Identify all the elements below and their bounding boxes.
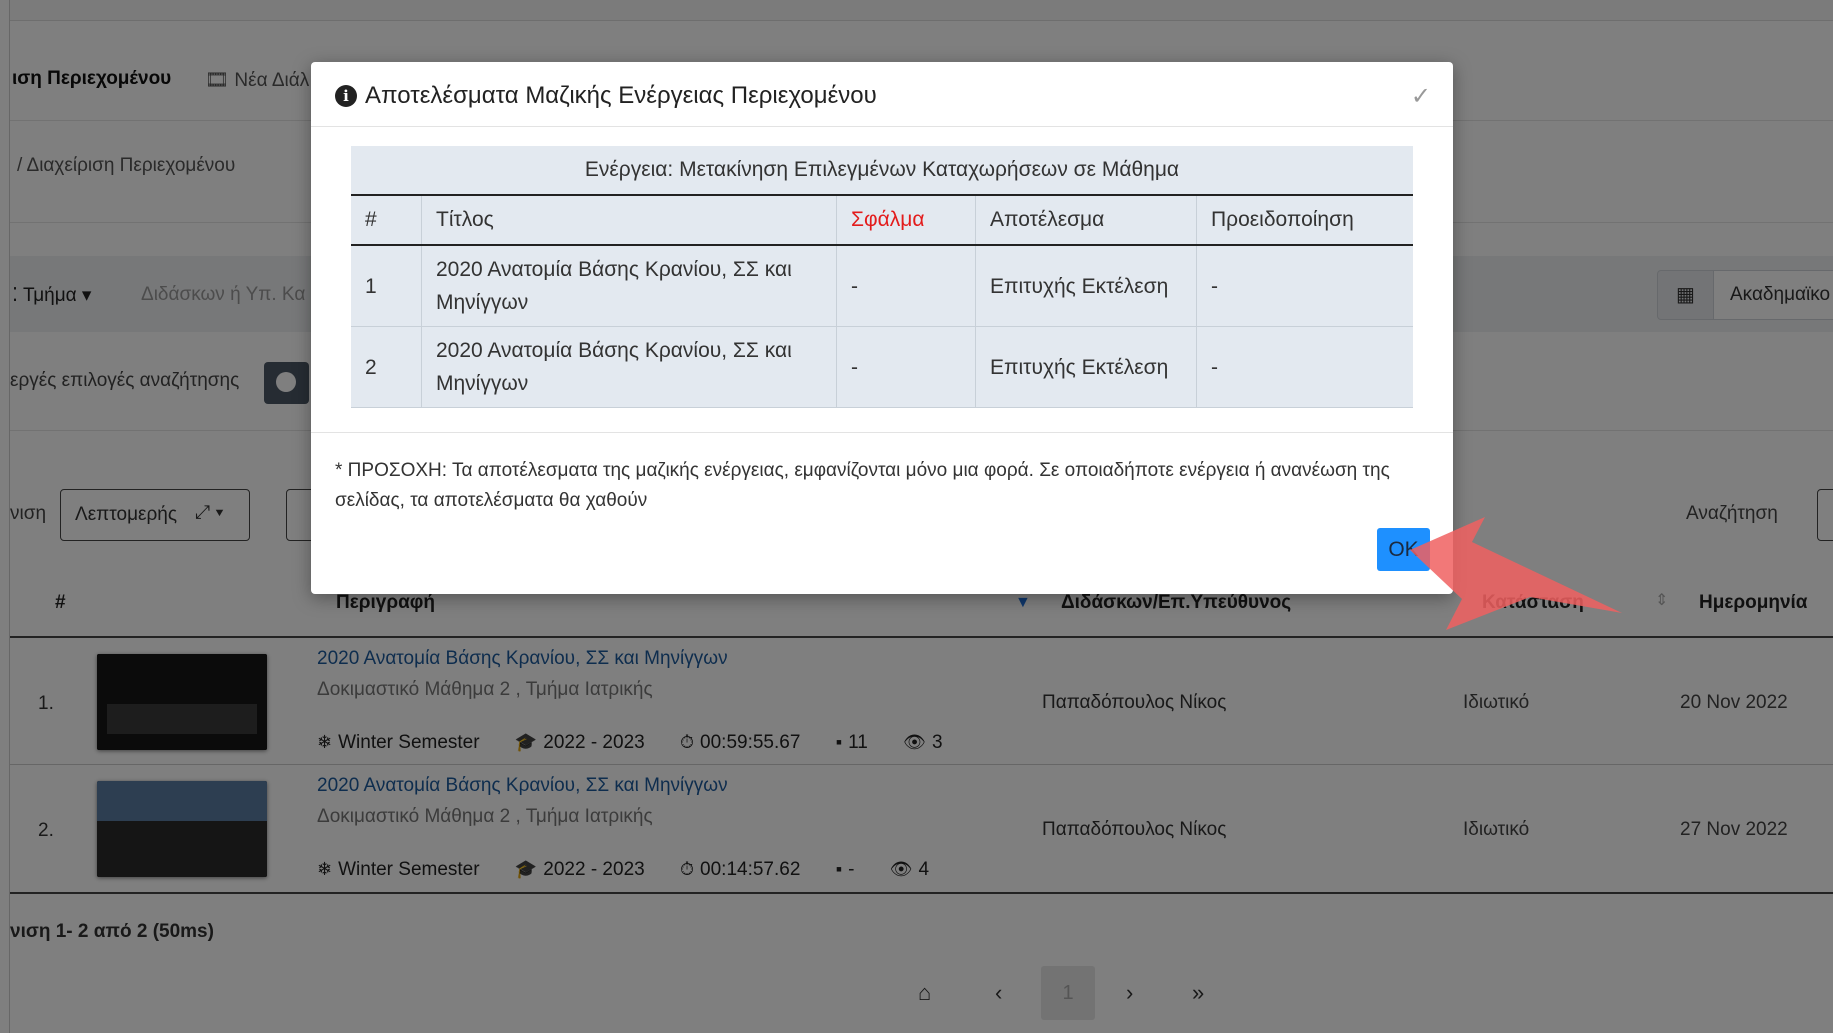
result-row: 1 2020 Ανατομία Βάσης Κρανίου, ΣΣ και Μη… [351,245,1413,327]
cell-error: - [836,326,976,408]
warning-note: * ΠΡΟΣΟΧΗ: Τα αποτέλεσματα της μαζικής ε… [335,460,1390,511]
cell-warning: - [1196,245,1413,327]
results-table: Ενέργεια: Μετακίνηση Επιλεγμένων Καταχωρ… [351,146,1413,408]
annotation-arrow [1410,517,1622,630]
col-title: Τίτλος [421,195,837,246]
cell-number: 1 [351,245,422,327]
arrow-shape [1410,517,1622,630]
modal-title-text: Αποτελέσματα Μαζικής Ενέργειας Περιεχομέ… [365,82,877,109]
cell-warning: - [1196,326,1413,408]
col-number: # [351,195,422,246]
cell-result: Επιτυχής Εκτέλεση [975,245,1197,327]
result-row: 2 2020 Ανατομία Βάσης Κρανίου, ΣΣ και Μη… [351,326,1413,408]
col-error: Σφάλμα [836,195,976,246]
cell-title: 2020 Ανατομία Βάσης Κρανίου, ΣΣ και Μηνί… [421,326,837,408]
cell-title: 2020 Ανατομία Βάσης Κρανίου, ΣΣ και Μηνί… [421,245,837,327]
cell-result: Επιτυχής Εκτέλεση [975,326,1197,408]
cell-number: 2 [351,326,422,408]
modal-title: i Αποτελέσματα Μαζικής Ενέργειας Περιεχομ… [335,82,877,110]
modal-header: i Αποτελέσματα Μαζικής Ενέργειας Περιεχομ… [311,62,1453,127]
col-warning: Προειδοποίηση [1196,195,1413,246]
col-result: Αποτέλεσμα [975,195,1197,246]
close-icon[interactable]: ✓ [1411,82,1431,111]
results-modal: i Αποτελέσματα Μαζικής Ενέργειας Περιεχομ… [311,62,1453,594]
modal-footer-divider [311,432,1453,433]
cell-error: - [836,245,976,327]
table-caption: Ενέργεια: Μετακίνηση Επιλεγμένων Καταχωρ… [351,146,1413,196]
info-icon: i [335,85,357,107]
